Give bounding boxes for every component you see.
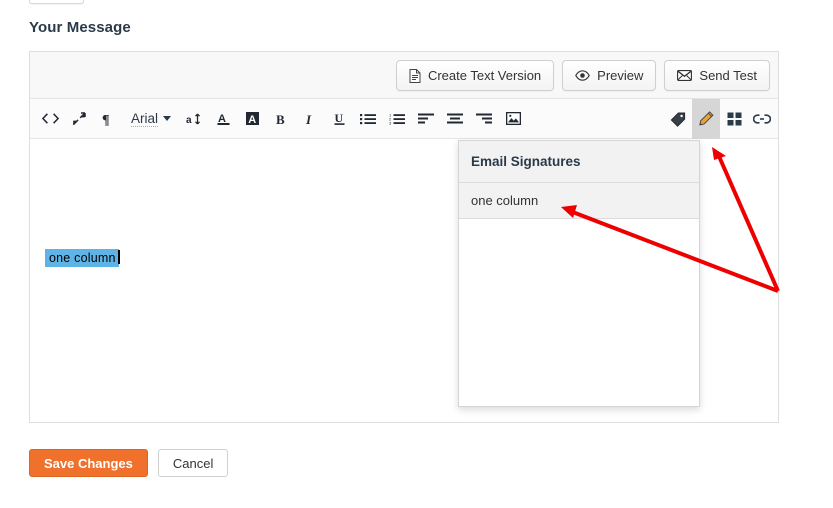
formatting-toolbar: ¶ Arial a A A B I U 1 2 3 (30, 99, 778, 139)
formatting-toolbar-right (664, 99, 776, 139)
align-right-icon[interactable] (470, 99, 498, 139)
envelope-icon (677, 70, 693, 81)
email-signatures-title: Email Signatures (459, 141, 699, 183)
insert-image-icon[interactable] (499, 99, 527, 139)
chevron-down-icon (163, 116, 172, 121)
underline-icon[interactable]: U (325, 99, 353, 139)
create-text-version-button[interactable]: Create Text Version (395, 60, 555, 91)
tag-icon[interactable] (664, 99, 692, 139)
paragraph-icon[interactable]: ¶ (94, 99, 122, 139)
svg-text:A: A (248, 114, 256, 126)
screen-root: Your Message Create Text Version Preview… (0, 0, 833, 508)
save-changes-button[interactable]: Save Changes (29, 449, 148, 477)
background-color-icon[interactable]: A (238, 99, 266, 139)
page-title: Your Message (29, 19, 131, 36)
send-test-label: Send Test (699, 68, 757, 83)
preview-button[interactable]: Preview (562, 60, 657, 91)
signature-item-one-column[interactable]: one column (459, 183, 699, 219)
font-family-dropdown[interactable]: Arial (123, 99, 179, 139)
italic-icon[interactable]: I (296, 99, 324, 139)
svg-text:I: I (305, 112, 312, 126)
editor-selected-text: one column (45, 249, 120, 267)
svg-text:U: U (334, 111, 343, 125)
signature-item-label: one column (471, 193, 539, 208)
editor-action-bar: Create Text Version Preview Send Test (30, 52, 778, 99)
bold-icon[interactable]: B (267, 99, 295, 139)
ordered-list-icon[interactable]: 1 2 3 (383, 99, 411, 139)
align-center-icon[interactable] (441, 99, 469, 139)
text-cursor (117, 250, 120, 264)
grid-icon[interactable] (720, 99, 748, 139)
preview-label: Preview (597, 68, 644, 83)
cutoff-control-above (29, 0, 84, 4)
formatting-toolbar-left: ¶ Arial a A A B I U 1 2 3 (30, 99, 527, 139)
eye-icon (575, 70, 591, 81)
editor-action-buttons: Create Text Version Preview Send Test (395, 60, 770, 91)
font-size-icon[interactable]: a (180, 99, 208, 139)
svg-text:B: B (276, 112, 285, 126)
editor-selection-highlight: one column (45, 249, 119, 267)
align-left-icon[interactable] (412, 99, 440, 139)
create-text-version-label: Create Text Version (427, 68, 542, 83)
email-signatures-panel: Email Signatures one column (458, 140, 700, 407)
svg-text:a: a (186, 115, 192, 126)
cancel-button[interactable]: Cancel (157, 449, 229, 477)
font-family-value: Arial (131, 110, 159, 127)
svg-text:3: 3 (389, 120, 392, 124)
link-icon[interactable] (748, 99, 776, 139)
send-test-button[interactable]: Send Test (664, 60, 770, 91)
text-color-icon[interactable]: A (209, 99, 237, 139)
form-footer-buttons: Save Changes Cancel (29, 449, 229, 477)
svg-text:¶: ¶ (102, 113, 110, 126)
unordered-list-icon[interactable] (354, 99, 382, 139)
source-code-icon[interactable] (36, 99, 64, 139)
file-text-icon (409, 68, 421, 83)
pencil-icon[interactable] (692, 99, 720, 139)
fullscreen-icon[interactable] (65, 99, 93, 139)
